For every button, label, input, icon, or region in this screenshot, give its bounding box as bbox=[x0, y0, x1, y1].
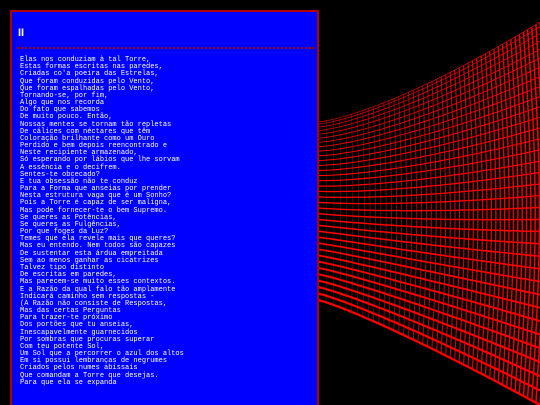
tower-grid-band bbox=[317, 194, 540, 205]
tower-grid-band bbox=[317, 212, 540, 221]
tower-grid-band bbox=[317, 218, 540, 233]
poem-line: Para que ela se expanda bbox=[20, 378, 117, 387]
tower-grid-rib bbox=[505, 41, 515, 388]
section-heading: II bbox=[18, 27, 25, 39]
tower-grid-rib bbox=[497, 46, 506, 383]
tower-grid-band bbox=[317, 206, 540, 212]
tower-grid-rib bbox=[489, 51, 497, 379]
tower-grid-band bbox=[317, 160, 540, 187]
dotted-divider bbox=[18, 47, 314, 49]
poem-panel: II Elas nos conduziam à tal Torre, Estas … bbox=[10, 10, 319, 405]
tower-grid-band bbox=[318, 149, 540, 182]
tower-grid-rib bbox=[333, 119, 335, 305]
tower-grid-rib bbox=[518, 34, 528, 394]
tower-grid-band bbox=[317, 171, 540, 193]
poem-text: Elas nos conduziam à tal Torre, Estas for… bbox=[20, 56, 184, 387]
